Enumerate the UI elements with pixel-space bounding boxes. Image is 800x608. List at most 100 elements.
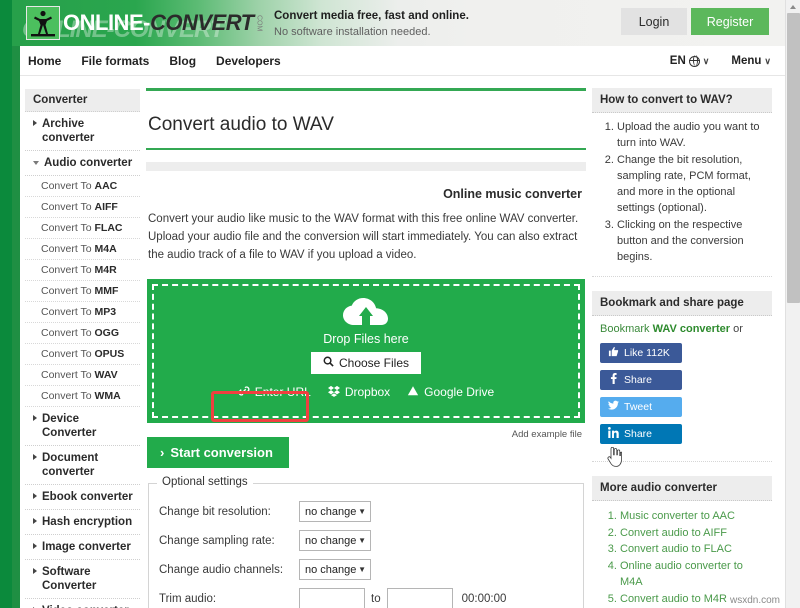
site-header: ONLINE-CONVERT ONLINE-CONVERT COM Conver…: [12, 0, 785, 46]
item-prefix: Convert To: [41, 327, 95, 340]
dropbox-button[interactable]: Dropbox: [327, 385, 390, 400]
bookmark-prefix: Bookmark: [600, 323, 653, 336]
nav-item-home[interactable]: Home: [28, 54, 61, 68]
sidebar-item-convert-to-mp3[interactable]: Convert To MP3: [25, 302, 140, 324]
chevron-down-icon: ▼: [358, 507, 366, 517]
search-icon: [323, 356, 334, 370]
more-converter-list: Music converter to AAC Convert audio to …: [600, 508, 764, 608]
sidebar-group-ebook-converter[interactable]: Ebook converter: [25, 485, 140, 511]
nav-item-blog[interactable]: Blog: [169, 54, 196, 68]
sidebar-item-convert-to-ogg[interactable]: Convert To OGG: [25, 323, 140, 345]
sidebar-item-convert-to-flac[interactable]: Convert To FLAC: [25, 218, 140, 240]
page-left-edge: [0, 0, 12, 608]
more-converter-link[interactable]: Convert audio to FLAC: [620, 543, 732, 555]
item-prefix: Convert To: [41, 222, 95, 235]
register-button[interactable]: Register: [691, 8, 769, 35]
title-grey-strip: [146, 162, 586, 172]
nav-item-file-formats[interactable]: File formats: [81, 54, 149, 68]
item-format: MMF: [94, 285, 119, 298]
item-format: WMA: [94, 390, 121, 403]
sidebar-group-archive-converter[interactable]: Archive converter: [25, 112, 140, 152]
bookmark-link[interactable]: WAV converter: [653, 323, 730, 335]
file-dropzone[interactable]: Drop Files here Choose Files Enter URL D…: [147, 278, 585, 423]
more-converter-link[interactable]: Online audio converter to M4A: [620, 560, 743, 589]
sidebar-group-audio-converter[interactable]: Audio converter: [25, 151, 140, 177]
sidebar-item-convert-to-wav[interactable]: Convert To WAV: [25, 365, 140, 387]
add-example-file-link[interactable]: Add example file: [512, 429, 582, 440]
sidebar-group-video-converter[interactable]: Video converter: [25, 599, 140, 608]
start-conversion-label: Start conversion: [170, 444, 273, 460]
site-logo[interactable]: ONLINE-CONVERT COM: [26, 4, 263, 42]
facebook-share-button[interactable]: Share: [600, 370, 682, 391]
setting-label: Trim audio:: [159, 592, 217, 605]
language-selector[interactable]: EN ∨: [670, 55, 710, 67]
trim-from-input[interactable]: [299, 588, 365, 608]
sidebar-item-convert-to-m4r[interactable]: Convert To M4R: [25, 260, 140, 282]
sidebar-title: Converter: [25, 89, 140, 112]
more-converter-link[interactable]: Convert audio to AIFF: [620, 527, 727, 539]
facebook-like-button[interactable]: Like 112K: [600, 343, 682, 364]
setting-row-sampling-rate: Change sampling rate: no change ▼: [159, 527, 573, 555]
sidebar-group-hash-encryption[interactable]: Hash encryption: [25, 510, 140, 536]
more-converter-link[interactable]: Music converter to AAC: [620, 510, 735, 522]
sidebar-item-convert-to-aac[interactable]: Convert To AAC: [25, 176, 140, 198]
item-prefix: Convert To: [41, 390, 95, 403]
choose-files-button[interactable]: Choose Files: [310, 351, 422, 374]
setting-label: Change sampling rate:: [159, 534, 275, 547]
sampling-rate-select[interactable]: no change ▼: [299, 530, 371, 552]
enter-url-button[interactable]: Enter URL: [238, 385, 311, 400]
item-prefix: Convert To: [41, 264, 95, 277]
tagline-line-2: No software installation needed.: [274, 25, 431, 38]
audio-channels-select[interactable]: no change ▼: [299, 559, 371, 581]
enter-url-label: Enter URL: [254, 385, 311, 400]
sidebar-group-software-converter[interactable]: Software Converter: [25, 560, 140, 600]
item-prefix: Convert To: [41, 369, 95, 382]
facebook-like-label: Like 112K: [624, 347, 670, 360]
howto-card: How to convert to WAV? Upload the audio …: [592, 88, 772, 278]
start-conversion-button[interactable]: › Start conversion: [147, 436, 289, 468]
sidebar-item-convert-to-mmf[interactable]: Convert To MMF: [25, 281, 140, 303]
sidebar-item-convert-to-aiff[interactable]: Convert To AIFF: [25, 197, 140, 219]
nav-links: Home File formats Blog Developers: [28, 46, 281, 76]
bookmark-share-body: Bookmark WAV converter or Like 112K Shar…: [592, 316, 772, 463]
select-value: no change: [305, 563, 357, 576]
setting-label: Change audio channels:: [159, 563, 284, 576]
setting-row-audio-channels: Change audio channels: no change ▼: [159, 556, 573, 584]
twitter-tweet-button[interactable]: Tweet: [600, 397, 682, 418]
sidebar-item-convert-to-opus[interactable]: Convert To OPUS: [25, 344, 140, 366]
trim-to-input[interactable]: [386, 588, 453, 608]
google-drive-button[interactable]: Google Drive: [407, 385, 494, 400]
list-item: Online audio converter to M4A: [620, 558, 764, 591]
more-converter-link[interactable]: Convert audio to M4R: [620, 593, 727, 605]
sidebar-group-label: Device Converter: [42, 413, 97, 440]
page-left-edge-inner: [12, 46, 20, 608]
nav-right-group: EN ∨ Menu ∨: [670, 46, 771, 76]
sidebar-group-image-converter[interactable]: Image converter: [25, 535, 140, 561]
google-drive-icon: [407, 385, 419, 400]
menu-button[interactable]: Menu ∨: [731, 55, 771, 67]
site-watermark: wsxdn.com: [729, 595, 780, 606]
bit-resolution-select[interactable]: no change ▼: [299, 501, 371, 523]
sidebar-group-document-converter[interactable]: Document converter: [25, 446, 140, 486]
site-tagline: Convert media free, fast and online. No …: [274, 8, 469, 41]
trim-to-word: to: [371, 592, 381, 605]
sidebar-item-convert-to-wma[interactable]: Convert To WMA: [25, 386, 140, 408]
sidebar-item-convert-to-m4a[interactable]: Convert To M4A: [25, 239, 140, 261]
sidebar-group-label: Archive converter: [42, 118, 95, 145]
page-subtitle: Online music converter: [443, 187, 582, 202]
nav-item-developers[interactable]: Developers: [216, 54, 281, 68]
more-audio-converter-title: More audio converter: [592, 476, 772, 502]
scroll-up-arrow-icon[interactable]: [786, 0, 800, 13]
converter-sidebar: Converter Archive converter Audio conver…: [25, 89, 140, 608]
chevron-right-icon: ›: [160, 444, 165, 460]
sidebar-group-device-converter[interactable]: Device Converter: [25, 407, 140, 447]
tagline-line-1: Convert media free, fast and online.: [274, 10, 469, 22]
linkedin-share-button[interactable]: Share: [600, 424, 682, 445]
vertical-scrollbar[interactable]: [785, 0, 800, 608]
scrollbar-thumb[interactable]: [787, 13, 800, 303]
login-button[interactable]: Login: [621, 8, 687, 35]
logo-domain-suffix: COM: [255, 14, 263, 32]
optional-settings-legend: Optional settings: [157, 475, 253, 488]
twitter-tweet-label: Tweet: [624, 401, 653, 414]
twitter-icon: [608, 400, 619, 414]
